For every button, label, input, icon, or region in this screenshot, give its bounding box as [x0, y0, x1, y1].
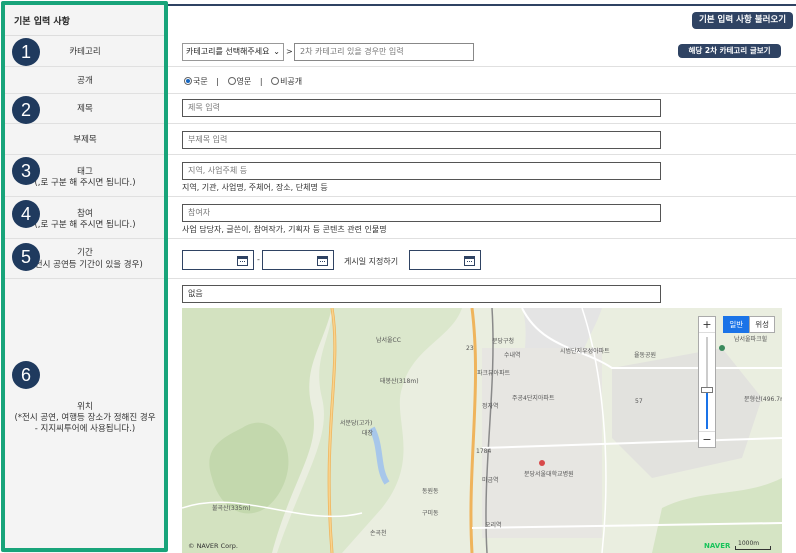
- map-label: 정자역: [482, 403, 499, 410]
- radio-korean[interactable]: 국문: [184, 77, 208, 86]
- participants-input[interactable]: 참여자: [182, 204, 661, 222]
- zoom-out-button[interactable]: −: [699, 431, 715, 447]
- map-label: 주공4단지아파트: [512, 395, 555, 402]
- participants-placeholder: 참여자: [188, 208, 211, 217]
- tags-input[interactable]: 지역, 사업주체 등: [182, 162, 661, 180]
- view-sub-category-button[interactable]: 해당 2차 카테고리 글보기: [678, 44, 781, 58]
- post-date-label: 게시일 지정하기: [344, 257, 399, 266]
- load-basic-info-button[interactable]: 기본 입력 사항 불러오기: [692, 12, 793, 29]
- radio-english[interactable]: 영문: [227, 77, 252, 86]
- sub-category-placeholder: 2차 카테고리 있을 경우만 입력: [300, 47, 404, 56]
- title-placeholder: 제목 입력: [188, 103, 220, 112]
- map-label: 파크뷰아파트: [477, 370, 511, 377]
- visibility-divider-1: |: [216, 77, 219, 86]
- radio-korean-indicator: [184, 77, 192, 85]
- calendar-icon: [237, 256, 248, 266]
- end-date-input[interactable]: [262, 250, 334, 270]
- radio-private[interactable]: 비공개: [271, 77, 302, 86]
- map-label: 불곡산(335m): [212, 505, 251, 512]
- map-label: 미금역: [482, 477, 499, 484]
- tags-placeholder: 지역, 사업주체 등: [188, 166, 248, 175]
- map-label: 오리역: [485, 522, 502, 529]
- step-badge-1: 1: [12, 38, 40, 66]
- subtitle-placeholder: 부제목 입력: [188, 135, 228, 144]
- row-period: [4, 239, 796, 279]
- map-label: 분당구청: [492, 338, 515, 345]
- map-zoom-control: + −: [698, 316, 716, 448]
- map-label: 1784: [476, 448, 492, 455]
- location-map[interactable]: 남서울CC 태봉산(318m) 서분당(고가) 대장 정자역 수내역 분당구청 …: [182, 308, 782, 553]
- participants-helper: 사업 담당자, 글쓴이, 참여작가, 기획자 등 콘텐츠 관련 인물명: [182, 225, 387, 234]
- location-label-note-2: - 지지씨투어에 사용됩니다.): [34, 424, 136, 434]
- period-separator: -: [257, 255, 260, 264]
- map-label: 동원동: [422, 488, 439, 495]
- category-select[interactable]: 카테고리를 선택해주세요 ⌄: [182, 43, 284, 61]
- map-label: 율동공원: [634, 352, 657, 359]
- calendar-icon: [464, 256, 475, 266]
- radio-english-label: 영문: [236, 77, 252, 86]
- zoom-in-button[interactable]: +: [699, 317, 715, 333]
- radio-private-indicator: [271, 77, 280, 85]
- map-label: 대장: [362, 430, 374, 437]
- map-type-satellite[interactable]: 위성: [749, 316, 775, 333]
- title-input[interactable]: 제목 입력: [182, 99, 661, 117]
- post-date-input[interactable]: [409, 250, 481, 270]
- map-label: 손곡천: [370, 530, 387, 537]
- start-date-input[interactable]: [182, 250, 254, 270]
- step-badge-6: 6: [12, 361, 40, 389]
- map-label: 서분당(고가): [340, 420, 373, 427]
- map-label: 남서울CC: [376, 337, 401, 344]
- radio-english-indicator: [227, 77, 236, 85]
- map-terrain: [182, 308, 782, 553]
- step-badge-2: 2: [12, 96, 40, 124]
- map-label: 시범단지우성아파트: [560, 348, 610, 355]
- radio-private-label: 비공개: [280, 77, 303, 86]
- naver-logo: NAVER: [704, 542, 731, 550]
- visibility-divider-2: |: [259, 77, 263, 86]
- visibility-label: 공개: [77, 76, 93, 86]
- basic-info-form: 기본 입력 사항 기본 입력 사항 불러오기 카테고리 카테고리를 선택해주세요…: [0, 0, 796, 553]
- map-type-normal[interactable]: 일반: [723, 316, 750, 333]
- map-label: 문형산(496.7m): [744, 396, 782, 403]
- top-border: [166, 4, 796, 6]
- zoom-level-fill: [706, 393, 708, 429]
- step-badge-4: 4: [12, 200, 40, 228]
- category-separator: >: [286, 47, 293, 56]
- map-label: 남서울파크힐: [734, 336, 768, 343]
- sub-category-input[interactable]: 2차 카테고리 있을 경우만 입력: [294, 43, 474, 61]
- visibility-options: 국문 | 영문 | 비공개: [184, 76, 302, 87]
- location-label: 위치: [77, 402, 93, 412]
- step-badge-5: 5: [12, 243, 40, 271]
- map-label: 분당서울대학교병원: [524, 471, 574, 478]
- location-input[interactable]: 없음: [182, 285, 661, 303]
- map-copyright: © NAVER Corp.: [188, 542, 238, 550]
- section-header: 기본 입력 사항: [4, 4, 166, 36]
- tags-helper: 지역, 기관, 사업명, 주체어, 장소, 단체명 등: [182, 183, 328, 192]
- calendar-icon: [317, 256, 328, 266]
- category-select-value: 카테고리를 선택해주세요: [186, 47, 270, 56]
- section-title: 기본 입력 사항: [14, 17, 70, 27]
- map-scale-bar: [735, 546, 771, 550]
- radio-korean-label: 국문: [193, 77, 208, 86]
- map-label: 수내역: [504, 352, 521, 359]
- step-badge-3: 3: [12, 157, 40, 185]
- location-label-note-1: (*전시 공연, 여행등 장소가 정해진 경우: [14, 413, 156, 423]
- subtitle-label: 부제목: [73, 135, 97, 145]
- subtitle-input[interactable]: 부제목 입력: [182, 131, 661, 149]
- map-label: 57: [635, 398, 643, 405]
- zoom-slider-handle[interactable]: [701, 387, 713, 393]
- chevron-down-icon: ⌄: [273, 47, 280, 56]
- location-value: 없음: [188, 289, 203, 298]
- map-label: 23: [466, 345, 474, 352]
- map-type-toggle: 일반 위성: [723, 316, 775, 333]
- map-label: 태봉산(318m): [380, 378, 419, 385]
- map-label: 구미동: [422, 510, 439, 517]
